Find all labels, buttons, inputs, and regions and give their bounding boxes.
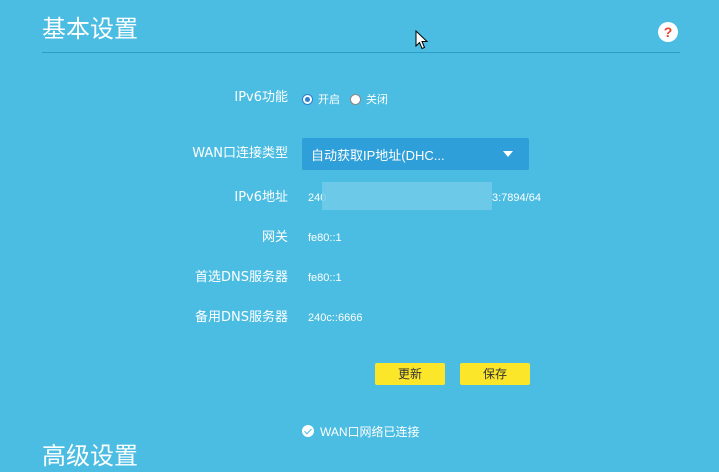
ipv6-function-label: IPv6功能 xyxy=(234,90,288,105)
wan-status: WAN口网络已连接 xyxy=(302,422,420,440)
radio-enable-dot[interactable] xyxy=(302,93,313,105)
ipv6-address-label: IPv6地址 xyxy=(234,190,288,205)
secondary-dns-value: 240c::6666 xyxy=(308,312,363,324)
gateway-label: 网关 xyxy=(261,230,288,245)
refresh-button[interactable]: 更新 xyxy=(375,363,445,385)
mouse-cursor-icon xyxy=(415,30,429,50)
section-divider xyxy=(42,52,680,53)
radio-enable-label[interactable]: 开启 xyxy=(318,91,340,107)
gateway-value: fe80::1 xyxy=(308,232,342,244)
secondary-dns-label: 备用DNS服务器 xyxy=(195,310,288,325)
advanced-settings-title: 高级设置 xyxy=(42,442,138,470)
radio-disable-label[interactable]: 关闭 xyxy=(366,91,388,107)
wan-type-selected-value: 自动获取IP地址(DHC... xyxy=(311,147,445,163)
ipv6-address-suffix: 3:7894/64 xyxy=(492,192,541,204)
redaction-mask xyxy=(322,182,492,210)
wan-type-select[interactable]: 自动获取IP地址(DHC... xyxy=(302,138,529,170)
primary-dns-value: fe80::1 xyxy=(308,272,342,284)
radio-disable[interactable]: 关闭 xyxy=(350,91,388,107)
ipv6-function-radio-group: 开启 关闭 xyxy=(302,90,398,108)
primary-dns-label: 首选DNS服务器 xyxy=(195,270,288,285)
wan-type-label: WAN口连接类型 xyxy=(192,146,288,161)
radio-enable[interactable]: 开启 xyxy=(302,91,340,107)
help-icon[interactable]: ? xyxy=(658,22,678,42)
chevron-down-icon[interactable] xyxy=(503,151,513,157)
check-circle-icon xyxy=(302,425,314,437)
section-title: 基本设置 xyxy=(42,15,138,43)
save-button[interactable]: 保存 xyxy=(460,363,530,385)
radio-disable-dot[interactable] xyxy=(350,93,361,105)
wan-status-text: WAN口网络已连接 xyxy=(320,424,420,439)
